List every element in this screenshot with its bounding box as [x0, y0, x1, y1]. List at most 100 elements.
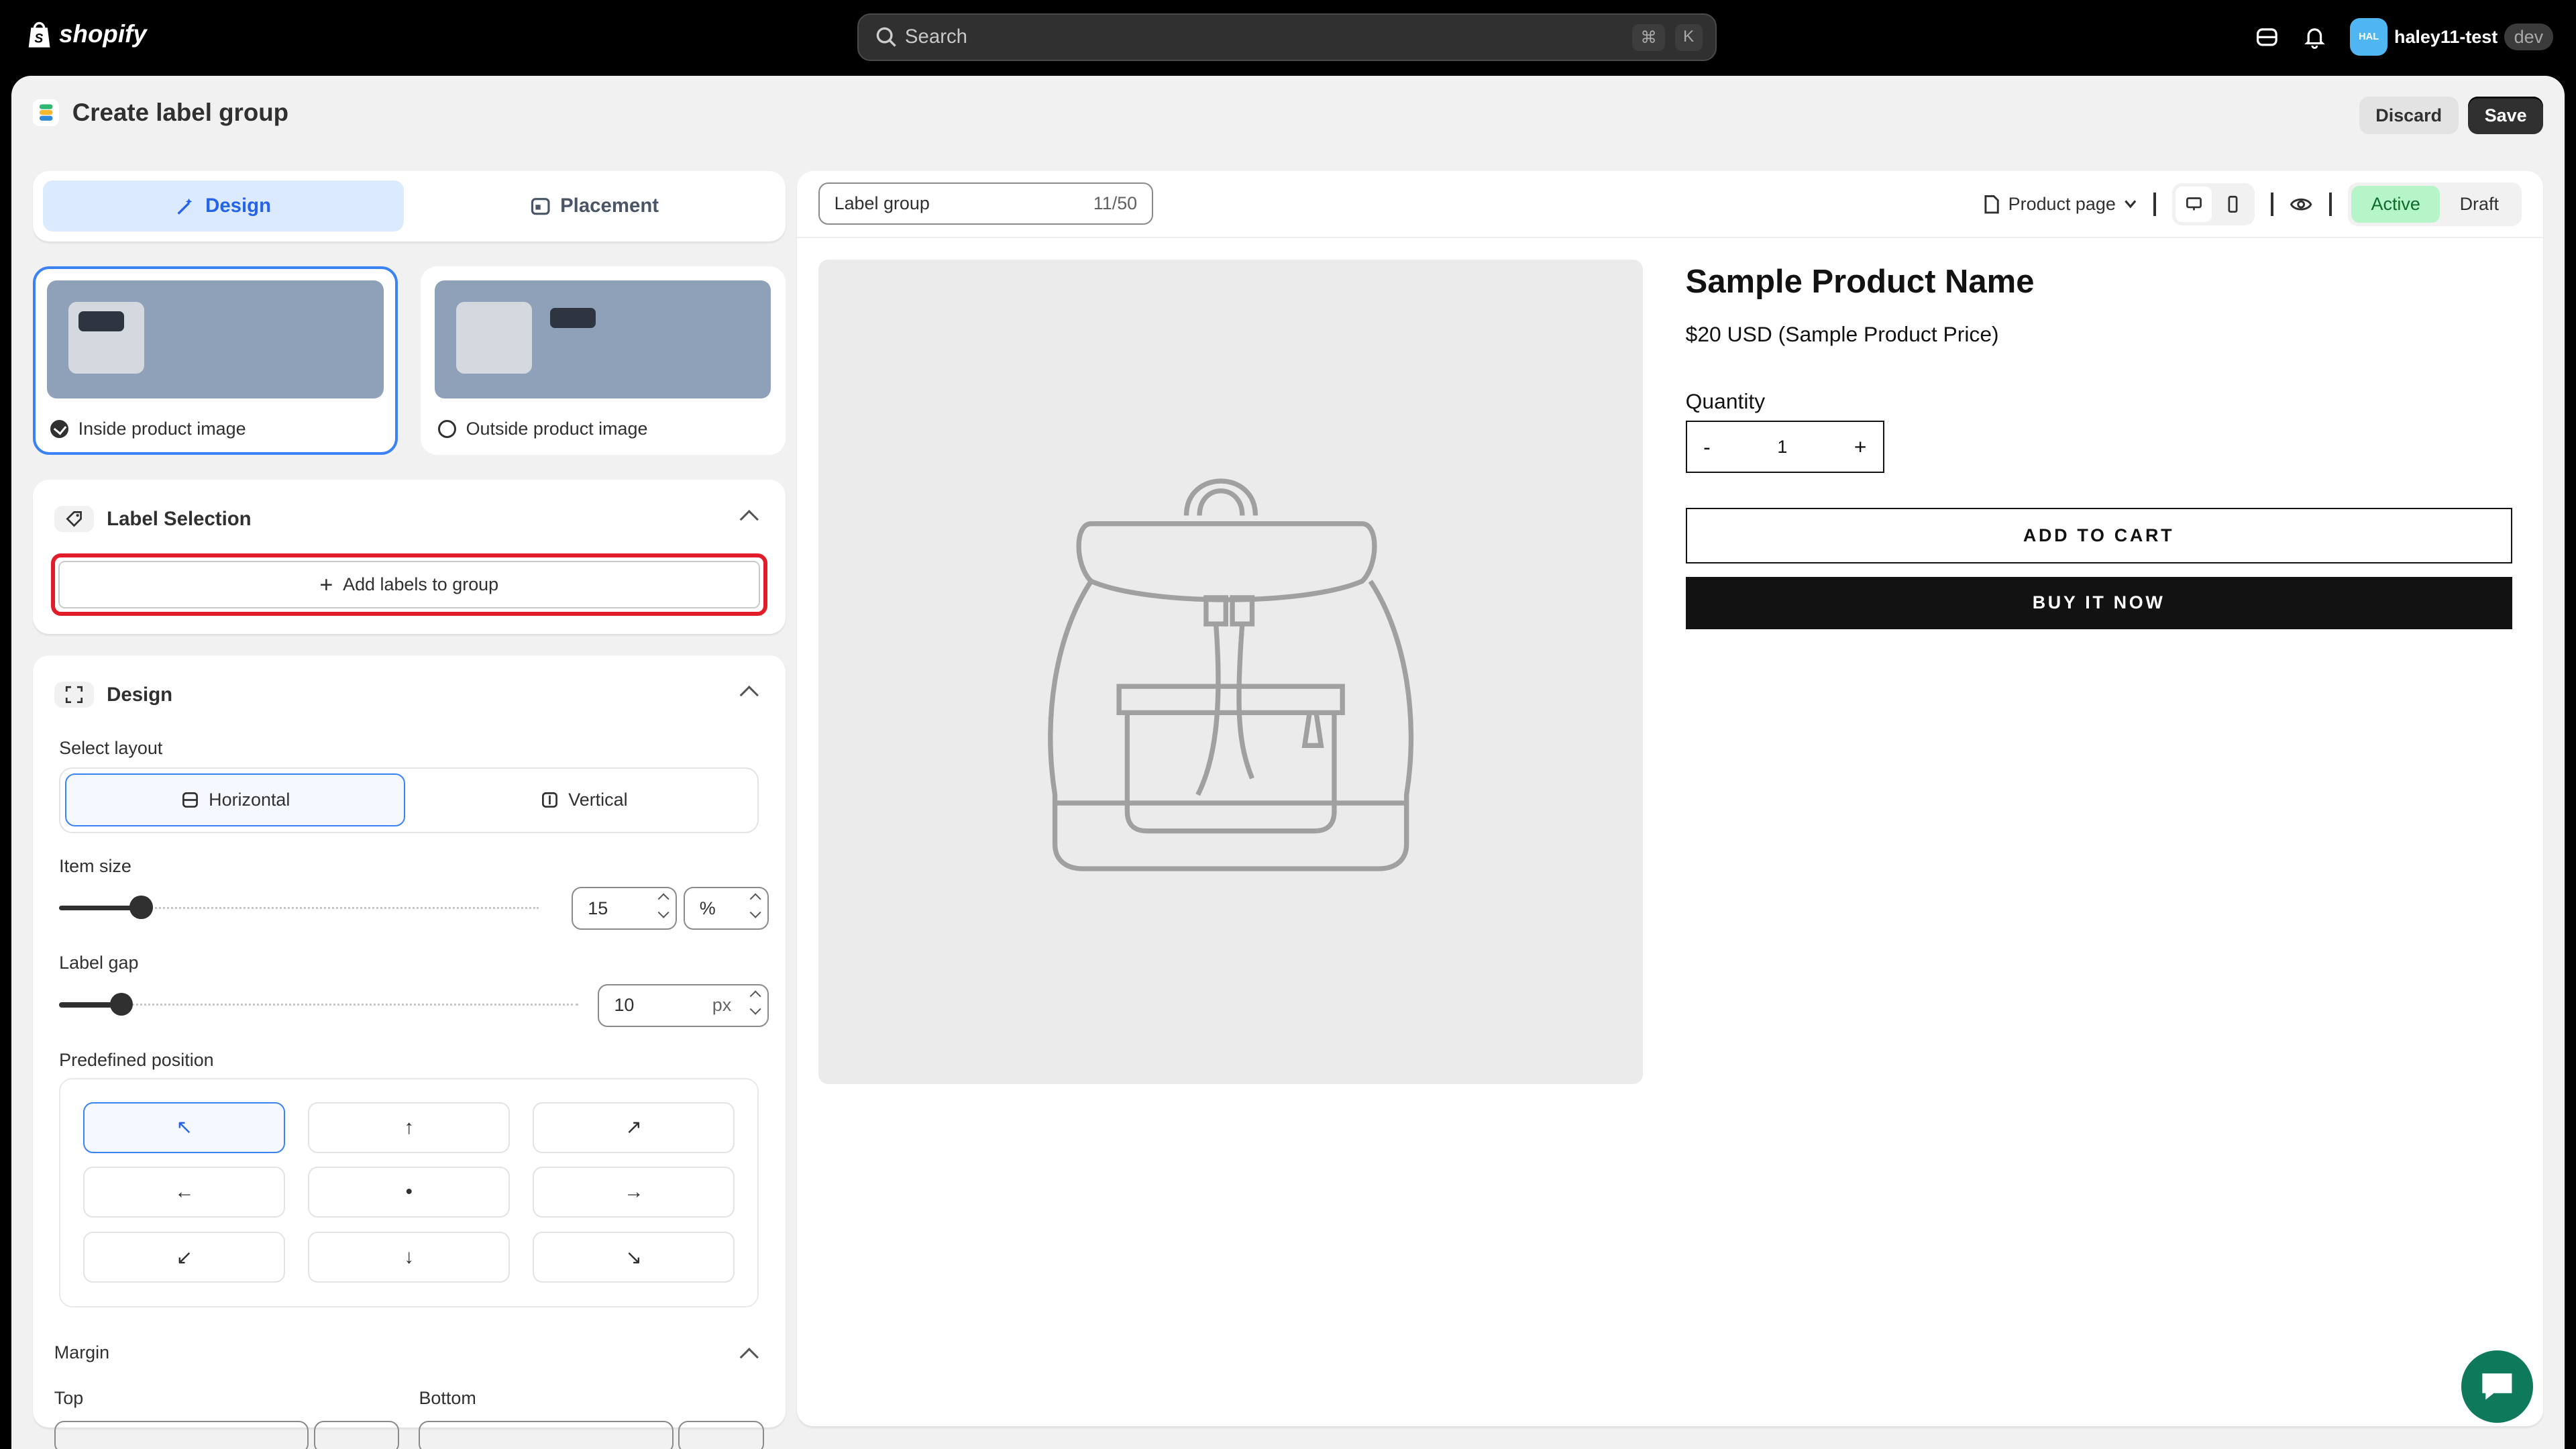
position-button[interactable]: ↙	[83, 1232, 286, 1283]
predefined-position-label: Predefined position	[59, 1049, 214, 1070]
page-header: Create label group	[32, 99, 288, 127]
shopify-bag-icon: S	[28, 22, 50, 48]
quantity-stepper: - 1 +	[1685, 420, 1884, 474]
outside-image-preview	[435, 280, 771, 399]
item-size-stepper[interactable]	[657, 893, 669, 918]
label-gap-input[interactable]: 10 px	[598, 983, 769, 1027]
username: haley11-test	[2394, 26, 2498, 47]
plus-icon: +	[319, 572, 333, 598]
product-title: Sample Product Name	[1685, 263, 2035, 300]
margin-header[interactable]: Margin	[54, 1342, 761, 1363]
divider	[2329, 193, 2332, 216]
page-type-label: Product page	[2008, 193, 2116, 214]
item-size-slider-handle[interactable]	[129, 896, 153, 919]
add-to-cart-button[interactable]: ADD TO CART	[1685, 507, 2512, 564]
tab-design[interactable]: Design	[42, 180, 405, 232]
inside-image-label: Inside product image	[78, 418, 246, 439]
label-gap-value: 10	[614, 995, 635, 1016]
quantity-value[interactable]: 1	[1777, 437, 1787, 458]
add-labels-button[interactable]: + Add labels to group	[58, 561, 760, 609]
editor-tabs: Design Placement	[32, 170, 786, 241]
page-container: Create label group Discard Save Design P…	[11, 75, 2565, 1449]
layout-vertical[interactable]: Vertical	[415, 773, 753, 826]
shopify-logo[interactable]: S shopify	[26, 19, 147, 49]
shortcut-key: K	[1674, 24, 1703, 52]
item-size-unit-chevrons	[749, 893, 761, 918]
chat-button[interactable]	[2461, 1350, 2534, 1423]
label-gap-stepper[interactable]	[749, 990, 761, 1016]
position-button[interactable]: ←	[83, 1167, 286, 1218]
label-selection-header[interactable]: Label Selection	[54, 506, 252, 533]
document-icon	[1984, 195, 1999, 214]
chevron-up-icon[interactable]	[739, 510, 759, 529]
preview-panel: Label group 11/50 Product page Active Dr…	[796, 170, 2544, 1426]
label-gap-unit: px	[712, 995, 732, 1016]
position-button[interactable]: ↖	[83, 1102, 286, 1153]
position-button[interactable]: →	[533, 1167, 735, 1218]
label-gap-label: Label gap	[59, 953, 139, 973]
position-button[interactable]: ↗	[533, 1102, 735, 1153]
label-gap-slider-handle[interactable]	[110, 992, 133, 1016]
mobile-icon[interactable]	[2215, 186, 2251, 223]
group-name-input[interactable]: Label group 11/50	[818, 182, 1154, 225]
top-margin-unit[interactable]	[313, 1421, 400, 1449]
bottom-margin-unit[interactable]	[678, 1421, 764, 1449]
label-selection-title: Label Selection	[107, 507, 252, 530]
status-toggle: Active Draft	[2348, 182, 2522, 227]
save-button[interactable]: Save	[2468, 97, 2544, 134]
inside-image-radio[interactable]	[50, 419, 68, 438]
header-actions: Discard Save	[2359, 97, 2544, 134]
tab-placement-label: Placement	[560, 195, 659, 217]
design-header[interactable]: Design	[54, 682, 172, 708]
label-gap-slider[interactable]	[59, 992, 579, 1016]
label-selection-card: Label Selection + Add labels to group	[32, 480, 786, 635]
quantity-label: Quantity	[1685, 389, 1766, 414]
status-draft-button[interactable]: Draft	[2440, 186, 2518, 223]
item-size-input[interactable]: 15	[572, 887, 677, 930]
quantity-increase-button[interactable]: +	[1854, 435, 1867, 460]
inside-image-preview	[47, 280, 384, 399]
store-icon[interactable]	[2255, 25, 2279, 50]
position-button[interactable]: ↘	[533, 1232, 735, 1283]
status-active-button[interactable]: Active	[2351, 185, 2440, 223]
search-shortcut: ⌘ K	[1632, 24, 1703, 52]
position-button[interactable]: ↑	[308, 1102, 511, 1153]
top-bar: S shopify Search ⌘ K HAL haley11-test de…	[0, 0, 2576, 74]
bell-icon[interactable]	[2302, 25, 2327, 50]
layout-icon	[531, 197, 550, 215]
frame-icon	[54, 682, 94, 708]
outside-image-radio[interactable]	[437, 419, 456, 438]
buy-now-button[interactable]: BUY IT NOW	[1685, 576, 2512, 629]
chevron-down-icon	[2125, 200, 2137, 209]
tab-placement[interactable]: Placement	[414, 180, 775, 231]
item-size-slider[interactable]	[59, 896, 539, 919]
search-input[interactable]: Search ⌘ K	[857, 13, 1717, 61]
magic-wand-icon	[177, 198, 193, 215]
page-type-select[interactable]: Product page	[1982, 194, 2137, 215]
top-right-actions: HAL haley11-test dev	[2255, 17, 2553, 56]
eye-icon[interactable]	[2290, 195, 2312, 214]
outside-image-option[interactable]: Outside product image	[420, 266, 786, 455]
layout-horizontal[interactable]: Horizontal	[65, 773, 406, 827]
avatar: HAL	[2349, 17, 2388, 56]
search-placeholder: Search	[904, 25, 967, 48]
quantity-decrease-button[interactable]: -	[1703, 435, 1711, 460]
horizontal-layout-icon	[182, 792, 198, 808]
top-margin-input[interactable]	[54, 1421, 309, 1449]
layout-vertical-label: Vertical	[568, 790, 628, 810]
layout-horizontal-label: Horizontal	[209, 790, 290, 810]
preview-toolbar: Label group 11/50 Product page Active Dr…	[796, 171, 2544, 239]
position-button[interactable]: •	[308, 1167, 511, 1218]
chat-icon	[2482, 1373, 2512, 1400]
user-menu[interactable]: HAL haley11-test dev	[2349, 17, 2553, 56]
outside-image-label: Outside product image	[466, 418, 648, 439]
position-button[interactable]: ↓	[308, 1232, 511, 1283]
bottom-margin-input[interactable]	[419, 1421, 674, 1449]
device-toggle	[2172, 182, 2255, 226]
inside-image-option[interactable]: Inside product image	[32, 266, 398, 455]
discard-button[interactable]: Discard	[2359, 97, 2459, 134]
chevron-up-icon[interactable]	[739, 686, 759, 704]
divider	[2153, 193, 2156, 216]
desktop-icon[interactable]	[2176, 186, 2212, 223]
item-size-unit-select[interactable]: %	[683, 887, 769, 930]
